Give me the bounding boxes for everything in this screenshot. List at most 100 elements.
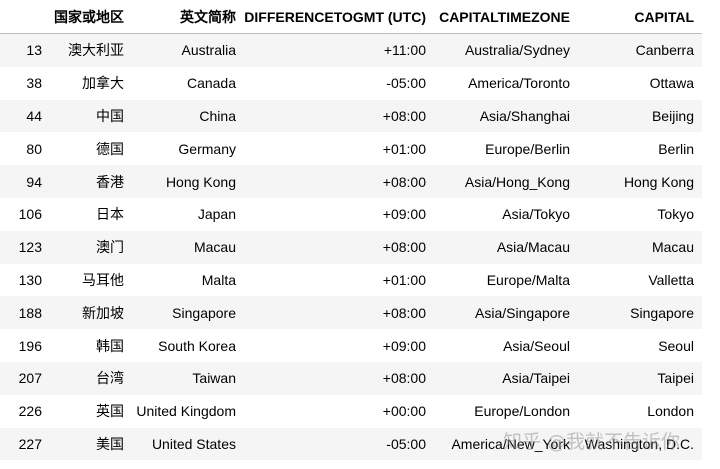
utc-offset-cell: +09:00 <box>244 197 434 231</box>
timezone-cell: America/Toronto <box>434 66 578 100</box>
utc-offset-cell: +00:00 <box>244 394 434 428</box>
english-name-cell: Macau <box>132 230 244 264</box>
utc-offset-cell: +01:00 <box>244 263 434 297</box>
country-region-cell: 美国 <box>50 427 132 461</box>
utc-offset-cell: +11:00 <box>244 33 434 67</box>
utc-offset-cell: +08:00 <box>244 99 434 133</box>
timezone-cell: Australia/Sydney <box>434 33 578 67</box>
capital-cell: Beijing <box>578 99 702 133</box>
utc-offset-header: DIFFERENCETOGMT (UTC) <box>244 0 434 34</box>
timezone-cell: Asia/Taipei <box>434 361 578 395</box>
capital-cell: Taipei <box>578 361 702 395</box>
capital-cell: Seoul <box>578 329 702 362</box>
table-row: 130 马耳他 Malta +01:00 Europe/Malta Valletta <box>0 263 702 297</box>
utc-offset-cell: +08:00 <box>244 165 434 198</box>
country-region-cell: 德国 <box>50 132 132 166</box>
timezone-table: 国家或地区 英文简称 DIFFERENCETOGMT (UTC) CAPITALTIM… <box>0 0 702 461</box>
row-index: 38 <box>0 66 50 100</box>
english-name-cell: Hong Kong <box>132 165 244 198</box>
capital-cell: Canberra <box>578 33 702 67</box>
english-name-cell: Malta <box>132 263 244 297</box>
english-name-cell: United States <box>132 427 244 461</box>
capital-cell: Ottawa <box>578 66 702 100</box>
country-region-cell: 英国 <box>50 394 132 428</box>
capital-cell: Singapore <box>578 296 702 330</box>
table-header-row: 国家或地区 英文简称 DIFFERENCETOGMT (UTC) CAPITALTIM… <box>0 0 702 34</box>
table-row: 44 中国 China +08:00 Asia/Shanghai Beijing <box>0 99 702 133</box>
english-name-cell: China <box>132 99 244 133</box>
timezone-cell: Asia/Hong_Kong <box>434 165 578 198</box>
table-body: 13 澳大利亚 Australia +11:00 Australia/Sydney Can… <box>0 33 702 461</box>
table-row: 207 台湾 Taiwan +08:00 Asia/Taipei Taipei <box>0 361 702 395</box>
capital-cell: Washington, D.C. <box>578 427 702 461</box>
english-name-cell: Australia <box>132 33 244 67</box>
table-row: 188 新加坡 Singapore +08:00 Asia/Singapore Singa… <box>0 296 702 330</box>
timezone-cell: Asia/Macau <box>434 230 578 264</box>
utc-offset-cell: -05:00 <box>244 427 434 461</box>
timezone-cell: Asia/Singapore <box>434 296 578 330</box>
timezone-cell: America/New_York <box>434 427 578 461</box>
country-region-cell: 澳门 <box>50 230 132 264</box>
utc-offset-cell: +09:00 <box>244 329 434 362</box>
capital-cell: Macau <box>578 230 702 264</box>
english-name-cell: South Korea <box>132 329 244 362</box>
english-name-cell: Singapore <box>132 296 244 330</box>
country-region-cell: 加拿大 <box>50 66 132 100</box>
country-region-cell: 中国 <box>50 99 132 133</box>
country-region-cell: 日本 <box>50 197 132 231</box>
index-header <box>0 0 50 34</box>
utc-offset-cell: +08:00 <box>244 296 434 330</box>
table-row: 123 澳门 Macau +08:00 Asia/Macau Macau <box>0 230 702 264</box>
capital-header: CAPITAL <box>578 0 702 34</box>
row-index: 13 <box>0 33 50 67</box>
table-row: 80 德国 Germany +01:00 Europe/Berlin Berlin <box>0 132 702 166</box>
row-index: 106 <box>0 197 50 231</box>
table-row: 196 韩国 South Korea +09:00 Asia/Seoul Seoul <box>0 329 702 362</box>
english-name-cell: Taiwan <box>132 361 244 395</box>
table-row: 106 日本 Japan +09:00 Asia/Tokyo Tokyo <box>0 197 702 231</box>
timezone-cell: Europe/Malta <box>434 263 578 297</box>
row-index: 130 <box>0 263 50 297</box>
table-row: 226 英国 United Kingdom +00:00 Europe/London Lo… <box>0 394 702 428</box>
english-name-cell: United Kingdom <box>132 394 244 428</box>
table-row: 38 加拿大 Canada -05:00 America/Toronto Ottawa <box>0 66 702 100</box>
english-name-cell: Japan <box>132 197 244 231</box>
row-index: 196 <box>0 329 50 362</box>
country-region-cell: 韩国 <box>50 329 132 362</box>
row-index: 80 <box>0 132 50 166</box>
timezone-header: CAPITALTIMEZONE <box>434 0 578 34</box>
table-row: 227 美国 United States -05:00 America/New_York… <box>0 427 702 461</box>
row-index: 226 <box>0 394 50 428</box>
country-region-cell: 新加坡 <box>50 296 132 330</box>
country-region-cell: 澳大利亚 <box>50 33 132 67</box>
row-index: 207 <box>0 361 50 395</box>
english-name-header: 英文简称 <box>132 0 244 34</box>
timezone-cell: Europe/London <box>434 394 578 428</box>
capital-cell: London <box>578 394 702 428</box>
english-name-cell: Canada <box>132 66 244 100</box>
country-region-header: 国家或地区 <box>50 0 132 34</box>
table-row: 94 香港 Hong Kong +08:00 Asia/Hong_Kong Hong Ko… <box>0 165 702 198</box>
country-region-cell: 台湾 <box>50 361 132 395</box>
row-index: 123 <box>0 230 50 264</box>
country-region-cell: 香港 <box>50 165 132 198</box>
capital-cell: Hong Kong <box>578 165 702 198</box>
capital-cell: Berlin <box>578 132 702 166</box>
utc-offset-cell: +01:00 <box>244 132 434 166</box>
country-region-cell: 马耳他 <box>50 263 132 297</box>
row-index: 44 <box>0 99 50 133</box>
timezone-cell: Europe/Berlin <box>434 132 578 166</box>
timezone-cell: Asia/Seoul <box>434 329 578 362</box>
english-name-cell: Germany <box>132 132 244 166</box>
dataframe-view: 国家或地区 英文简称 DIFFERENCETOGMT (UTC) CAPITALTIM… <box>0 0 720 469</box>
timezone-cell: Asia/Tokyo <box>434 197 578 231</box>
utc-offset-cell: +08:00 <box>244 361 434 395</box>
utc-offset-cell: +08:00 <box>244 230 434 264</box>
capital-cell: Tokyo <box>578 197 702 231</box>
table-row: 13 澳大利亚 Australia +11:00 Australia/Sydney Can… <box>0 33 702 67</box>
row-index: 94 <box>0 165 50 198</box>
timezone-cell: Asia/Shanghai <box>434 99 578 133</box>
row-index: 227 <box>0 427 50 461</box>
row-index: 188 <box>0 296 50 330</box>
utc-offset-cell: -05:00 <box>244 66 434 100</box>
